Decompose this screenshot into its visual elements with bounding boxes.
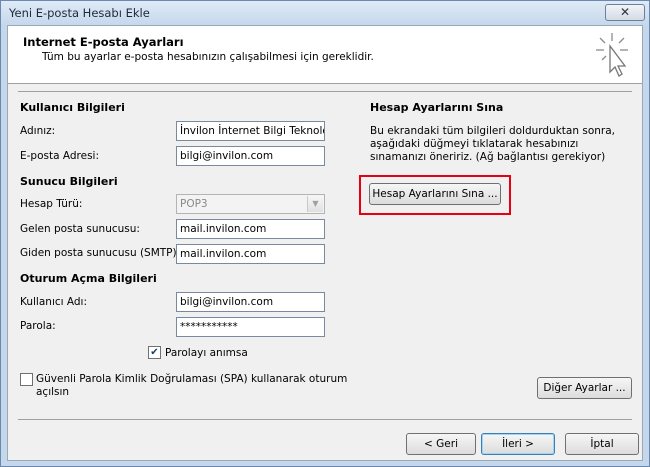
user-info-heading: Kullanıcı Bilgileri bbox=[20, 101, 125, 114]
header-separator bbox=[18, 91, 632, 92]
username-label: Kullanıcı Adı: bbox=[20, 296, 88, 308]
username-field[interactable]: bilgi@invilon.com bbox=[176, 292, 325, 312]
page-subtitle: Tüm bu ayarlar e-posta hesabınızın çalış… bbox=[42, 51, 374, 63]
outgoing-server-field[interactable]: mail.invilon.com bbox=[176, 244, 325, 264]
remember-password-label: Parolayı anımsa bbox=[165, 347, 248, 359]
outgoing-server-label: Giden posta sunucusu (SMTP): bbox=[20, 247, 181, 259]
incoming-server-field[interactable]: mail.invilon.com bbox=[176, 219, 325, 239]
cancel-button[interactable]: İptal bbox=[565, 433, 639, 455]
test-settings-description: Bu ekrandaki tüm bilgileri doldurduktan … bbox=[370, 125, 615, 163]
title-bar: Yeni E-posta Hesabı Ekle ✕ bbox=[1, 1, 649, 25]
wizard-cursor-icon bbox=[596, 33, 628, 77]
email-field[interactable]: bilgi@invilon.com bbox=[176, 146, 325, 166]
chevron-down-icon: ▼ bbox=[307, 196, 323, 212]
footer-separator bbox=[18, 419, 632, 420]
password-field[interactable]: *********** bbox=[176, 317, 325, 337]
checkmark-icon: ✔ bbox=[150, 347, 159, 358]
email-label: E-posta Adresi: bbox=[20, 150, 100, 162]
logon-info-heading: Oturum Açma Bilgileri bbox=[20, 272, 157, 285]
window-title: Yeni E-posta Hesabı Ekle bbox=[9, 6, 150, 20]
remember-password-checkbox[interactable]: ✔ bbox=[148, 346, 161, 359]
test-settings-heading: Hesap Ayarlarını Sına bbox=[370, 101, 504, 114]
add-email-account-window: Yeni E-posta Hesabı Ekle ✕ Internet E-po… bbox=[0, 0, 650, 467]
more-settings-button[interactable]: Diğer Ayarlar ... bbox=[537, 377, 632, 399]
test-account-settings-button[interactable]: Hesap Ayarlarını Sına ... bbox=[369, 183, 501, 205]
server-info-heading: Sunucu Bilgileri bbox=[20, 175, 118, 188]
next-button[interactable]: İleri > bbox=[481, 433, 555, 455]
incoming-server-label: Gelen posta sunucusu: bbox=[20, 223, 140, 235]
name-field[interactable]: İnvilon İnternet Bilgi Teknolojil bbox=[176, 121, 325, 141]
password-label: Parola: bbox=[20, 320, 56, 332]
page-title: Internet E-posta Ayarları bbox=[23, 35, 184, 49]
close-button[interactable]: ✕ bbox=[605, 4, 645, 21]
account-type-select[interactable]: POP3 ▼ bbox=[176, 194, 325, 214]
account-type-label: Hesap Türü: bbox=[20, 198, 83, 210]
spa-label-line1: Güvenli Parola Kimlik Doğrulaması (SPA) … bbox=[36, 373, 348, 385]
back-button[interactable]: < Geri bbox=[406, 433, 476, 455]
dialog-body: Internet E-posta Ayarları Tüm bu ayarlar… bbox=[7, 25, 643, 461]
account-type-value: POP3 bbox=[180, 198, 208, 210]
spa-label-line2: açılsın bbox=[36, 386, 70, 398]
spa-checkbox[interactable] bbox=[20, 373, 33, 386]
dialog-header: Internet E-posta Ayarları Tüm bu ayarlar… bbox=[8, 26, 642, 84]
name-label: Adınız: bbox=[20, 125, 56, 137]
